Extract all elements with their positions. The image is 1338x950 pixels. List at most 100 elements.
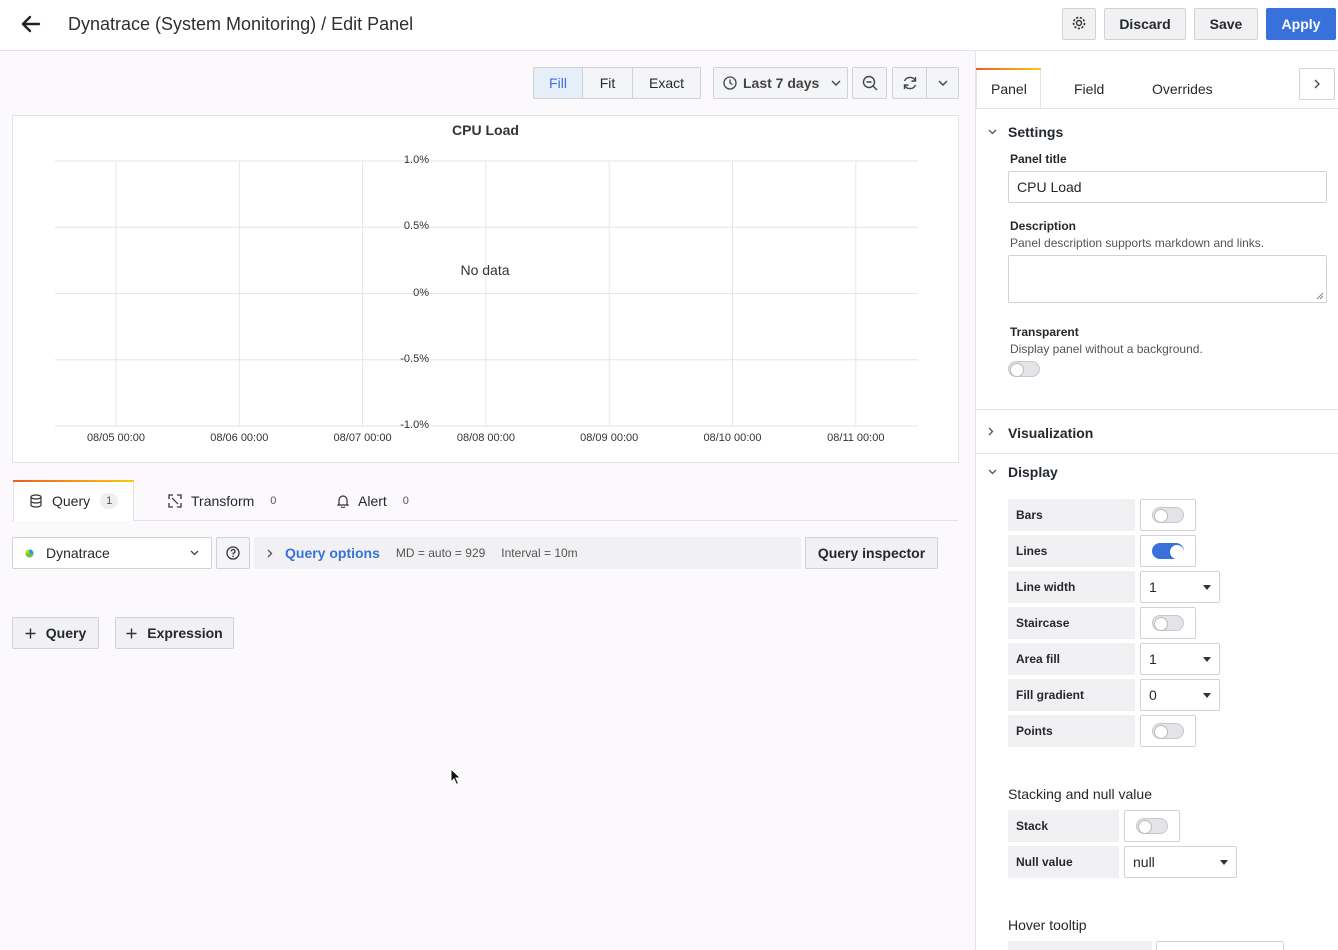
- stack-label: Stack: [1008, 810, 1119, 842]
- points-toggle[interactable]: [1140, 715, 1196, 747]
- query-inspector-button[interactable]: Query inspector: [805, 537, 938, 569]
- y-tick-label: 0.5%: [403, 220, 429, 233]
- transparent-label: Transparent: [1010, 325, 1079, 339]
- chevron-right-icon: [988, 427, 1008, 439]
- interval-info: Interval = 10m: [501, 546, 578, 560]
- line-width-label: Line width: [1008, 571, 1135, 603]
- database-icon: [30, 494, 42, 508]
- add-expression-button[interactable]: Expression: [115, 617, 234, 649]
- question-circle-icon: [226, 546, 240, 560]
- add-query-label: Query: [45, 625, 87, 641]
- section-divider: [976, 409, 1338, 410]
- null-value-value: null: [1133, 854, 1155, 870]
- fill-gradient-value: 0: [1149, 687, 1157, 703]
- transparent-toggle[interactable]: [1008, 361, 1040, 377]
- tab-alert[interactable]: Alert 0: [337, 481, 415, 521]
- x-tick-label: 08/11 00:00: [827, 432, 885, 444]
- tab-alert-label: Alert: [358, 493, 387, 509]
- chevron-right-icon: [1314, 79, 1320, 89]
- collapse-pane-button[interactable]: [1299, 68, 1335, 100]
- chevron-right-icon: [267, 549, 273, 558]
- line-width-value: 1: [1149, 579, 1157, 595]
- bars-label: Bars: [1008, 499, 1135, 531]
- stack-toggle[interactable]: [1124, 810, 1180, 842]
- chevron-down-icon: [190, 550, 199, 556]
- area-fill-select[interactable]: 1: [1140, 643, 1220, 675]
- fill-gradient-label: Fill gradient: [1008, 679, 1135, 711]
- caret-down-icon: [1203, 692, 1211, 698]
- query-options-bar[interactable]: Query options MD = auto = 929 Interval =…: [254, 537, 801, 569]
- apply-button[interactable]: Apply: [1266, 8, 1336, 40]
- y-tick-label: 1.0%: [403, 154, 429, 166]
- caret-down-icon: [1203, 584, 1211, 590]
- gear-icon: [1071, 15, 1087, 34]
- x-tick-label: 08/05 00:00: [86, 432, 146, 444]
- stacking-heading: Stacking and null value: [1008, 786, 1152, 802]
- plus-icon: [25, 628, 36, 639]
- area-fill-label: Area fill: [1008, 643, 1135, 675]
- area-fill-value: 1: [1149, 651, 1157, 667]
- add-expression-label: Expression: [147, 625, 223, 641]
- tab-transform-count: 0: [270, 495, 277, 507]
- fill-gradient-select[interactable]: 0: [1140, 679, 1220, 711]
- null-value-label: Null value: [1008, 846, 1119, 878]
- x-tick-label: 08/08 00:00: [456, 432, 515, 444]
- visualization-section-label: Visualization: [1008, 425, 1094, 441]
- caret-down-icon: [1220, 859, 1228, 865]
- tab-query[interactable]: Query 1: [30, 481, 119, 521]
- plus-icon: [126, 628, 137, 639]
- hover-tooltip-heading: Hover tooltip: [1008, 917, 1087, 933]
- y-tick-label: 0%: [413, 286, 429, 299]
- description-textarea[interactable]: [1008, 255, 1327, 303]
- resize-handle-icon: [1316, 292, 1324, 300]
- staircase-label: Staircase: [1008, 607, 1135, 639]
- bell-icon: [337, 494, 349, 508]
- y-tick-label: -1.0%: [400, 419, 429, 431]
- hover-tooltip-select[interactable]: [1156, 941, 1284, 950]
- caret-down-icon: [1203, 656, 1211, 662]
- description-label: Description: [1010, 219, 1077, 233]
- display-section-header[interactable]: Display: [988, 464, 1058, 480]
- chart-plot-area: [55, 160, 918, 427]
- query-options-label: Query options: [285, 545, 380, 561]
- staircase-toggle[interactable]: [1140, 607, 1196, 639]
- tab-field[interactable]: Field: [1074, 69, 1104, 109]
- tab-transform[interactable]: Transform 0: [168, 481, 282, 521]
- tab-alert-count: 0: [402, 495, 409, 507]
- tab-query-label: Query: [52, 493, 91, 509]
- description-hint: Panel description supports markdown and …: [1010, 236, 1265, 250]
- lines-toggle[interactable]: [1140, 535, 1196, 567]
- x-tick-label: 08/09 00:00: [580, 432, 639, 444]
- panel-title-value: CPU Load: [1017, 179, 1082, 195]
- panel-title-label: Panel title: [1010, 152, 1067, 166]
- display-section-label: Display: [1008, 464, 1058, 480]
- tab-panel[interactable]: Panel: [991, 69, 1027, 109]
- discard-button[interactable]: Discard: [1104, 8, 1186, 40]
- visualization-section-header[interactable]: Visualization: [988, 425, 1093, 441]
- x-tick-label: 08/10 00:00: [703, 432, 762, 444]
- settings-section-header[interactable]: Settings: [988, 124, 1063, 140]
- bars-toggle[interactable]: [1140, 499, 1196, 531]
- y-tick-label: -0.5%: [400, 352, 429, 365]
- dynatrace-logo-icon: [25, 549, 34, 558]
- add-query-button[interactable]: Query: [12, 617, 99, 649]
- datasource-help-button[interactable]: [216, 537, 250, 569]
- settings-section-label: Settings: [1008, 124, 1064, 140]
- line-width-select[interactable]: 1: [1140, 571, 1220, 603]
- no-data-message: No data: [460, 262, 510, 278]
- max-data-points-info: MD = auto = 929: [395, 546, 486, 560]
- tab-overrides[interactable]: Overrides: [1152, 69, 1213, 109]
- datasource-picker[interactable]: Dynatrace: [12, 537, 212, 569]
- chevron-down-icon: [988, 466, 1008, 478]
- panel-title-input[interactable]: CPU Load: [1008, 171, 1327, 203]
- null-value-select[interactable]: null: [1124, 846, 1237, 878]
- tab-query-count: 1: [100, 493, 119, 509]
- hover-tooltip-row-label: [1008, 941, 1152, 950]
- x-tick-label: 08/07 00:00: [333, 432, 392, 444]
- tabs-divider: [12, 520, 958, 521]
- panel-settings-button[interactable]: [1062, 8, 1096, 40]
- transparent-hint: Display panel without a background.: [1010, 342, 1203, 356]
- section-divider: [976, 453, 1338, 454]
- chevron-down-icon: [988, 126, 1008, 138]
- save-button[interactable]: Save: [1194, 8, 1258, 40]
